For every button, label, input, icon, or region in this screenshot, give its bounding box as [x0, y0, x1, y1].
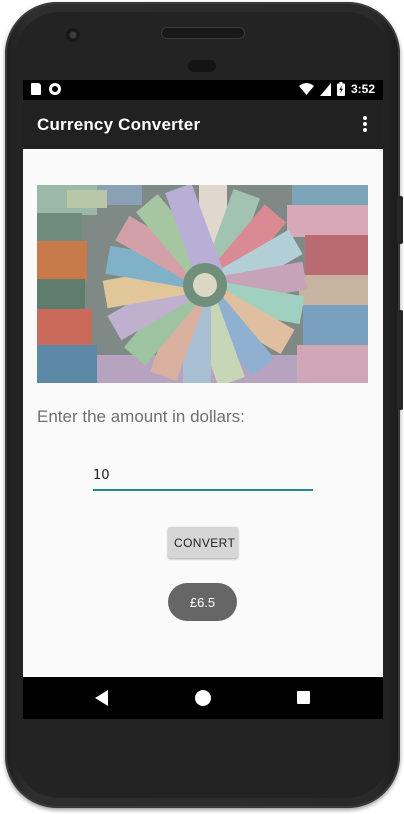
navigation-bar [23, 677, 383, 719]
wifi-icon [298, 82, 314, 95]
earpiece-speaker [162, 28, 244, 38]
convert-button[interactable]: CONVERT [168, 527, 238, 558]
app-bar: Currency Converter [23, 100, 383, 149]
recents-icon[interactable] [297, 691, 310, 704]
back-icon[interactable] [95, 690, 108, 706]
battery-charging-icon [336, 82, 345, 96]
sync-icon [49, 83, 61, 95]
front-camera-icon [66, 28, 80, 42]
proximity-sensor [188, 60, 216, 72]
home-icon[interactable] [195, 690, 211, 706]
result-toast: £6.5 [168, 583, 237, 621]
currency-banner-image [37, 185, 368, 383]
cell-signal-icon [319, 82, 331, 96]
more-vert-icon[interactable] [357, 114, 373, 136]
sd-card-icon [31, 83, 41, 95]
volume-button [397, 196, 403, 244]
device-screen: 3:52 Currency Converter Enter the amount… [23, 80, 383, 719]
status-bar: 3:52 [23, 80, 383, 100]
power-button [397, 310, 403, 410]
main-content: Enter the amount in dollars: CONVERT £6.… [23, 149, 383, 677]
amount-input[interactable] [93, 463, 313, 491]
app-title: Currency Converter [37, 115, 201, 134]
status-time: 3:52 [350, 82, 375, 96]
amount-instruction-label: Enter the amount in dollars: [37, 407, 245, 426]
